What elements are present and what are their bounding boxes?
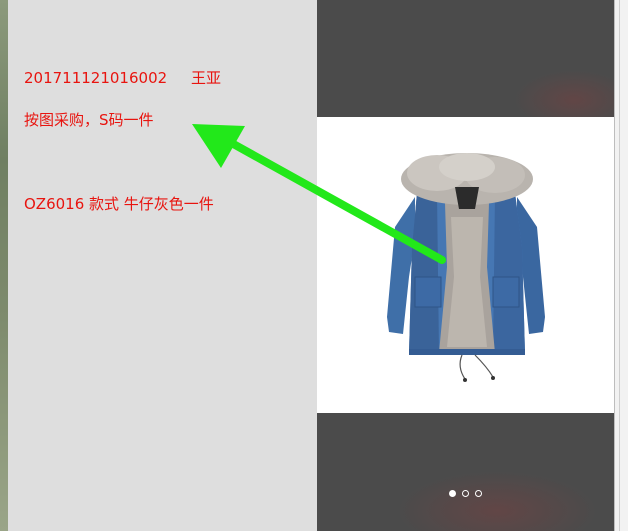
product-image[interactable] [317,117,614,413]
style-and-color: OZ6016 款式 牛仔灰色一件 [24,195,214,213]
order-note-panel: 201711121016002 王亚 按图采购，S码一件 OZ6016 款式 牛… [8,0,317,531]
purchase-instruction: 按图采购，S码一件 [24,111,154,129]
page-dot-2[interactable] [462,490,469,497]
denim-parka-icon [387,153,545,382]
order-number-and-name: 201711121016002 王亚 [24,69,221,87]
carousel-page-indicator [317,490,614,497]
page-dot-1[interactable] [449,490,456,497]
background-photo-strip [0,0,8,531]
image-viewer [317,0,614,531]
window-edge [614,0,628,531]
page-dot-3[interactable] [475,490,482,497]
